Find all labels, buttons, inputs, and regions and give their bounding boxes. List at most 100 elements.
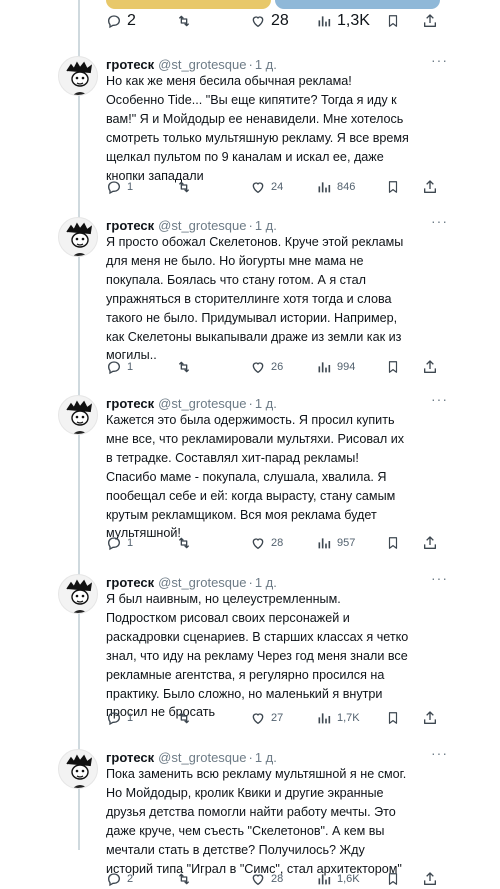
author-name[interactable]: гротеск — [106, 396, 154, 411]
bookmark-icon — [388, 361, 398, 373]
author-name[interactable]: гротеск — [106, 57, 154, 72]
views-icon — [318, 538, 331, 549]
views-icon — [318, 874, 331, 885]
share-button[interactable] — [422, 868, 438, 889]
views-icon — [318, 713, 331, 724]
tweet[interactable]: гротеск @st_grotesque · 1 д. ··· Пока за… — [0, 745, 500, 889]
bookmark-button[interactable] — [386, 10, 400, 32]
views-button[interactable]: 1,3K — [316, 10, 370, 32]
like-count: 27 — [271, 712, 284, 724]
avatar[interactable] — [58, 217, 98, 257]
avatar[interactable] — [58, 749, 98, 789]
bookmark-icon — [388, 181, 398, 193]
views-button[interactable]: 846 — [316, 176, 355, 198]
reply-button[interactable]: 1 — [106, 176, 133, 198]
reply-button[interactable]: 2 — [106, 10, 136, 32]
action-bar: 1 24 846 — [106, 176, 446, 198]
avatar-icon — [66, 754, 92, 788]
action-bar: 1 27 1,7K — [106, 707, 446, 729]
author-name[interactable]: гротеск — [106, 575, 154, 590]
like-button[interactable]: 26 — [250, 356, 283, 378]
reply-button[interactable]: 1 — [106, 356, 133, 378]
reply-button[interactable]: 1 — [106, 707, 133, 729]
tweet[interactable]: гротеск @st_grotesque · 1 д. ··· Но как … — [0, 52, 500, 202]
share-button[interactable] — [422, 176, 438, 198]
author-name[interactable]: гротеск — [106, 218, 154, 233]
bookmark-button[interactable] — [386, 356, 400, 378]
reply-button[interactable]: 2 — [106, 868, 133, 889]
author-handle[interactable]: @st_grotesque — [158, 218, 246, 233]
retweet-button[interactable] — [175, 356, 193, 378]
views-count: 1,7K — [337, 712, 360, 724]
bookmark-icon — [388, 712, 398, 724]
author-handle[interactable]: @st_grotesque — [158, 750, 246, 765]
tweet[interactable]: гротеск @st_grotesque · 1 д. ··· Я прост… — [0, 213, 500, 383]
more-icon[interactable]: ··· — [431, 745, 448, 761]
reply-button[interactable]: 1 — [106, 532, 133, 554]
author-handle[interactable]: @st_grotesque — [158, 575, 246, 590]
like-button[interactable]: 28 — [250, 532, 283, 554]
views-button[interactable]: 1,7K — [316, 707, 360, 729]
retweet-button[interactable] — [175, 868, 193, 889]
avatar-icon — [66, 400, 92, 434]
share-icon — [424, 180, 436, 193]
like-button[interactable]: 27 — [250, 707, 283, 729]
views-button[interactable]: 1,6K — [316, 868, 360, 889]
timestamp[interactable]: 1 д. — [255, 750, 277, 765]
avatar[interactable] — [58, 574, 98, 614]
timestamp[interactable]: 1 д. — [255, 57, 277, 72]
retweet-button[interactable] — [175, 176, 193, 198]
tweet[interactable]: гротеск @st_grotesque · 1 д. ··· Кажется… — [0, 391, 500, 561]
more-icon[interactable]: ··· — [431, 570, 448, 586]
more-icon[interactable]: ··· — [431, 213, 448, 229]
avatar-icon — [66, 61, 92, 95]
avatar[interactable] — [58, 56, 98, 96]
avatar[interactable] — [58, 395, 98, 435]
timestamp[interactable]: 1 д. — [255, 575, 277, 590]
views-count: 957 — [337, 537, 356, 549]
timestamp[interactable]: 1 д. — [255, 218, 277, 233]
reply-count: 2 — [127, 873, 134, 885]
retweet-button[interactable] — [175, 532, 193, 554]
tweet[interactable]: гротеск @st_grotesque · 1 д. ··· Я был н… — [0, 570, 500, 735]
views-count: 1,3K — [337, 12, 370, 29]
bookmark-icon — [388, 537, 398, 549]
like-button[interactable]: 28 — [250, 868, 283, 889]
share-button[interactable] — [422, 10, 438, 32]
like-count: 26 — [271, 361, 284, 373]
tweet-header: гротеск @st_grotesque · 1 д. — [106, 215, 480, 235]
views-count: 994 — [337, 361, 356, 373]
author-name[interactable]: гротеск — [106, 750, 154, 765]
reply-count: 1 — [127, 181, 134, 193]
share-button[interactable] — [422, 707, 438, 729]
bookmark-button[interactable] — [386, 532, 400, 554]
retweet-button[interactable] — [175, 707, 193, 729]
more-icon[interactable]: ··· — [431, 52, 448, 68]
tweet-header: гротеск @st_grotesque · 1 д. — [106, 572, 480, 592]
author-handle[interactable]: @st_grotesque — [158, 57, 246, 72]
share-button[interactable] — [422, 356, 438, 378]
author-handle[interactable]: @st_grotesque — [158, 396, 246, 411]
retweet-icon — [178, 15, 190, 27]
more-icon[interactable]: ··· — [431, 391, 448, 407]
media-image[interactable] — [106, 0, 271, 9]
retweet-icon — [178, 181, 190, 193]
timestamp[interactable]: 1 д. — [255, 396, 277, 411]
share-button[interactable] — [422, 532, 438, 554]
share-icon — [424, 536, 436, 549]
partial-tweet: 2 28 1,3K — [0, 0, 500, 42]
like-count: 24 — [271, 181, 284, 193]
tweet-text: Я был наивным, но целеустремленным. Подр… — [106, 592, 409, 720]
media-image[interactable] — [275, 0, 440, 9]
bookmark-button[interactable] — [386, 868, 400, 889]
retweet-button[interactable] — [175, 10, 193, 32]
views-button[interactable]: 994 — [316, 356, 355, 378]
reply-count: 1 — [127, 537, 134, 549]
bookmark-button[interactable] — [386, 176, 400, 198]
bookmark-button[interactable] — [386, 707, 400, 729]
separator: · — [248, 56, 253, 72]
like-button[interactable]: 28 — [250, 10, 289, 32]
views-button[interactable]: 957 — [316, 532, 355, 554]
like-button[interactable]: 24 — [250, 176, 283, 198]
separator: · — [248, 574, 253, 590]
